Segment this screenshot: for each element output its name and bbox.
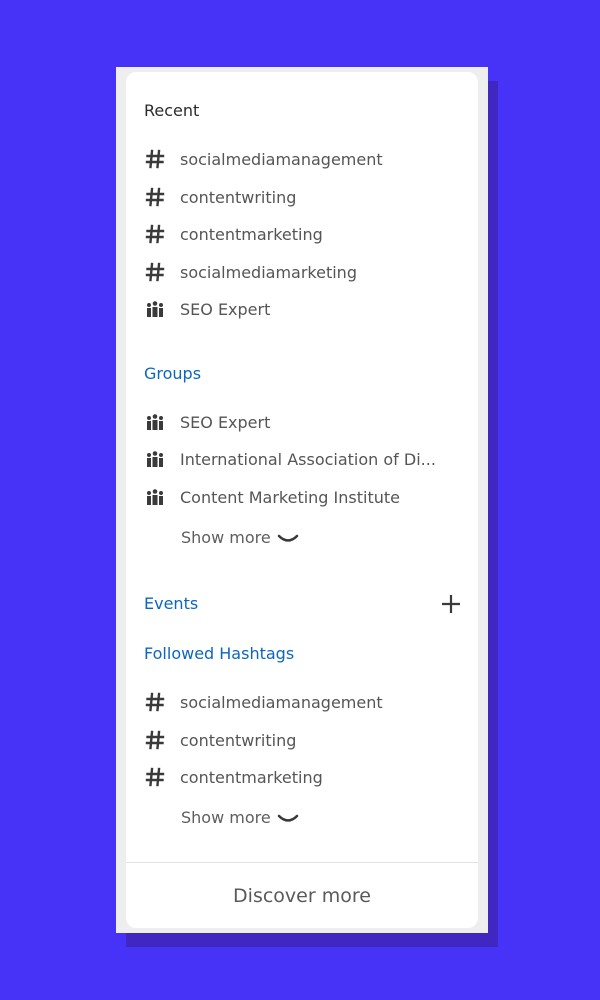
recent-item-label: contentwriting [180, 187, 297, 207]
recent-item-label: contentmarketing [180, 224, 323, 244]
group-icon [144, 486, 166, 508]
recent-item[interactable]: contentmarketing [144, 219, 460, 249]
hashtag-item-label: contentmarketing [180, 767, 323, 787]
recent-item-label: SEO Expert [180, 299, 271, 319]
sidebar-frame: Recent socialmediamanagement contentwrit… [116, 67, 488, 933]
chevron-down-icon [277, 534, 299, 542]
hashtag-item-label: socialmediamanagement [180, 692, 383, 712]
hashtag-icon [144, 223, 166, 245]
community-panel: Recent socialmediamanagement contentwrit… [126, 72, 478, 928]
group-item-label: Content Marketing Institute [180, 487, 400, 507]
recent-item[interactable]: SEO Expert [144, 294, 460, 324]
recent-item-label: socialmediamanagement [180, 149, 383, 169]
hashtag-icon [144, 766, 166, 788]
hashtag-item[interactable]: contentwriting [144, 725, 460, 755]
hashtag-icon [144, 729, 166, 751]
recent-item[interactable]: socialmediamarketing [144, 257, 460, 287]
hashtag-item-label: contentwriting [180, 730, 297, 750]
group-icon [144, 411, 166, 433]
hashtag-icon [144, 148, 166, 170]
chevron-down-icon [277, 814, 299, 822]
hashtags-show-more-button[interactable]: Show more [181, 803, 299, 831]
plus-icon [442, 595, 460, 613]
group-item-label: International Association of Di... [180, 449, 436, 469]
hashtag-icon [144, 261, 166, 283]
discover-more-button[interactable]: Discover more [126, 863, 478, 928]
groups-title-link[interactable]: Groups [144, 364, 201, 384]
group-item[interactable]: International Association of Di... [144, 444, 460, 474]
hashtag-icon [144, 691, 166, 713]
show-more-label: Show more [181, 807, 271, 827]
group-icon [144, 298, 166, 320]
followed-hashtags-title-link[interactable]: Followed Hashtags [144, 644, 294, 664]
group-icon [144, 448, 166, 470]
recent-item[interactable]: socialmediamanagement [144, 144, 460, 174]
recent-item[interactable]: contentwriting [144, 182, 460, 212]
add-event-button[interactable] [438, 591, 464, 617]
recent-title: Recent [144, 101, 200, 120]
group-item[interactable]: Content Marketing Institute [144, 482, 460, 512]
hashtag-item[interactable]: contentmarketing [144, 762, 460, 792]
groups-show-more-button[interactable]: Show more [181, 523, 299, 551]
show-more-label: Show more [181, 527, 271, 547]
hashtag-item[interactable]: socialmediamanagement [144, 687, 460, 717]
group-item[interactable]: SEO Expert [144, 407, 460, 437]
events-title-link[interactable]: Events [144, 594, 198, 614]
hashtag-icon [144, 186, 166, 208]
group-item-label: SEO Expert [180, 412, 271, 432]
recent-item-label: socialmediamarketing [180, 262, 357, 282]
